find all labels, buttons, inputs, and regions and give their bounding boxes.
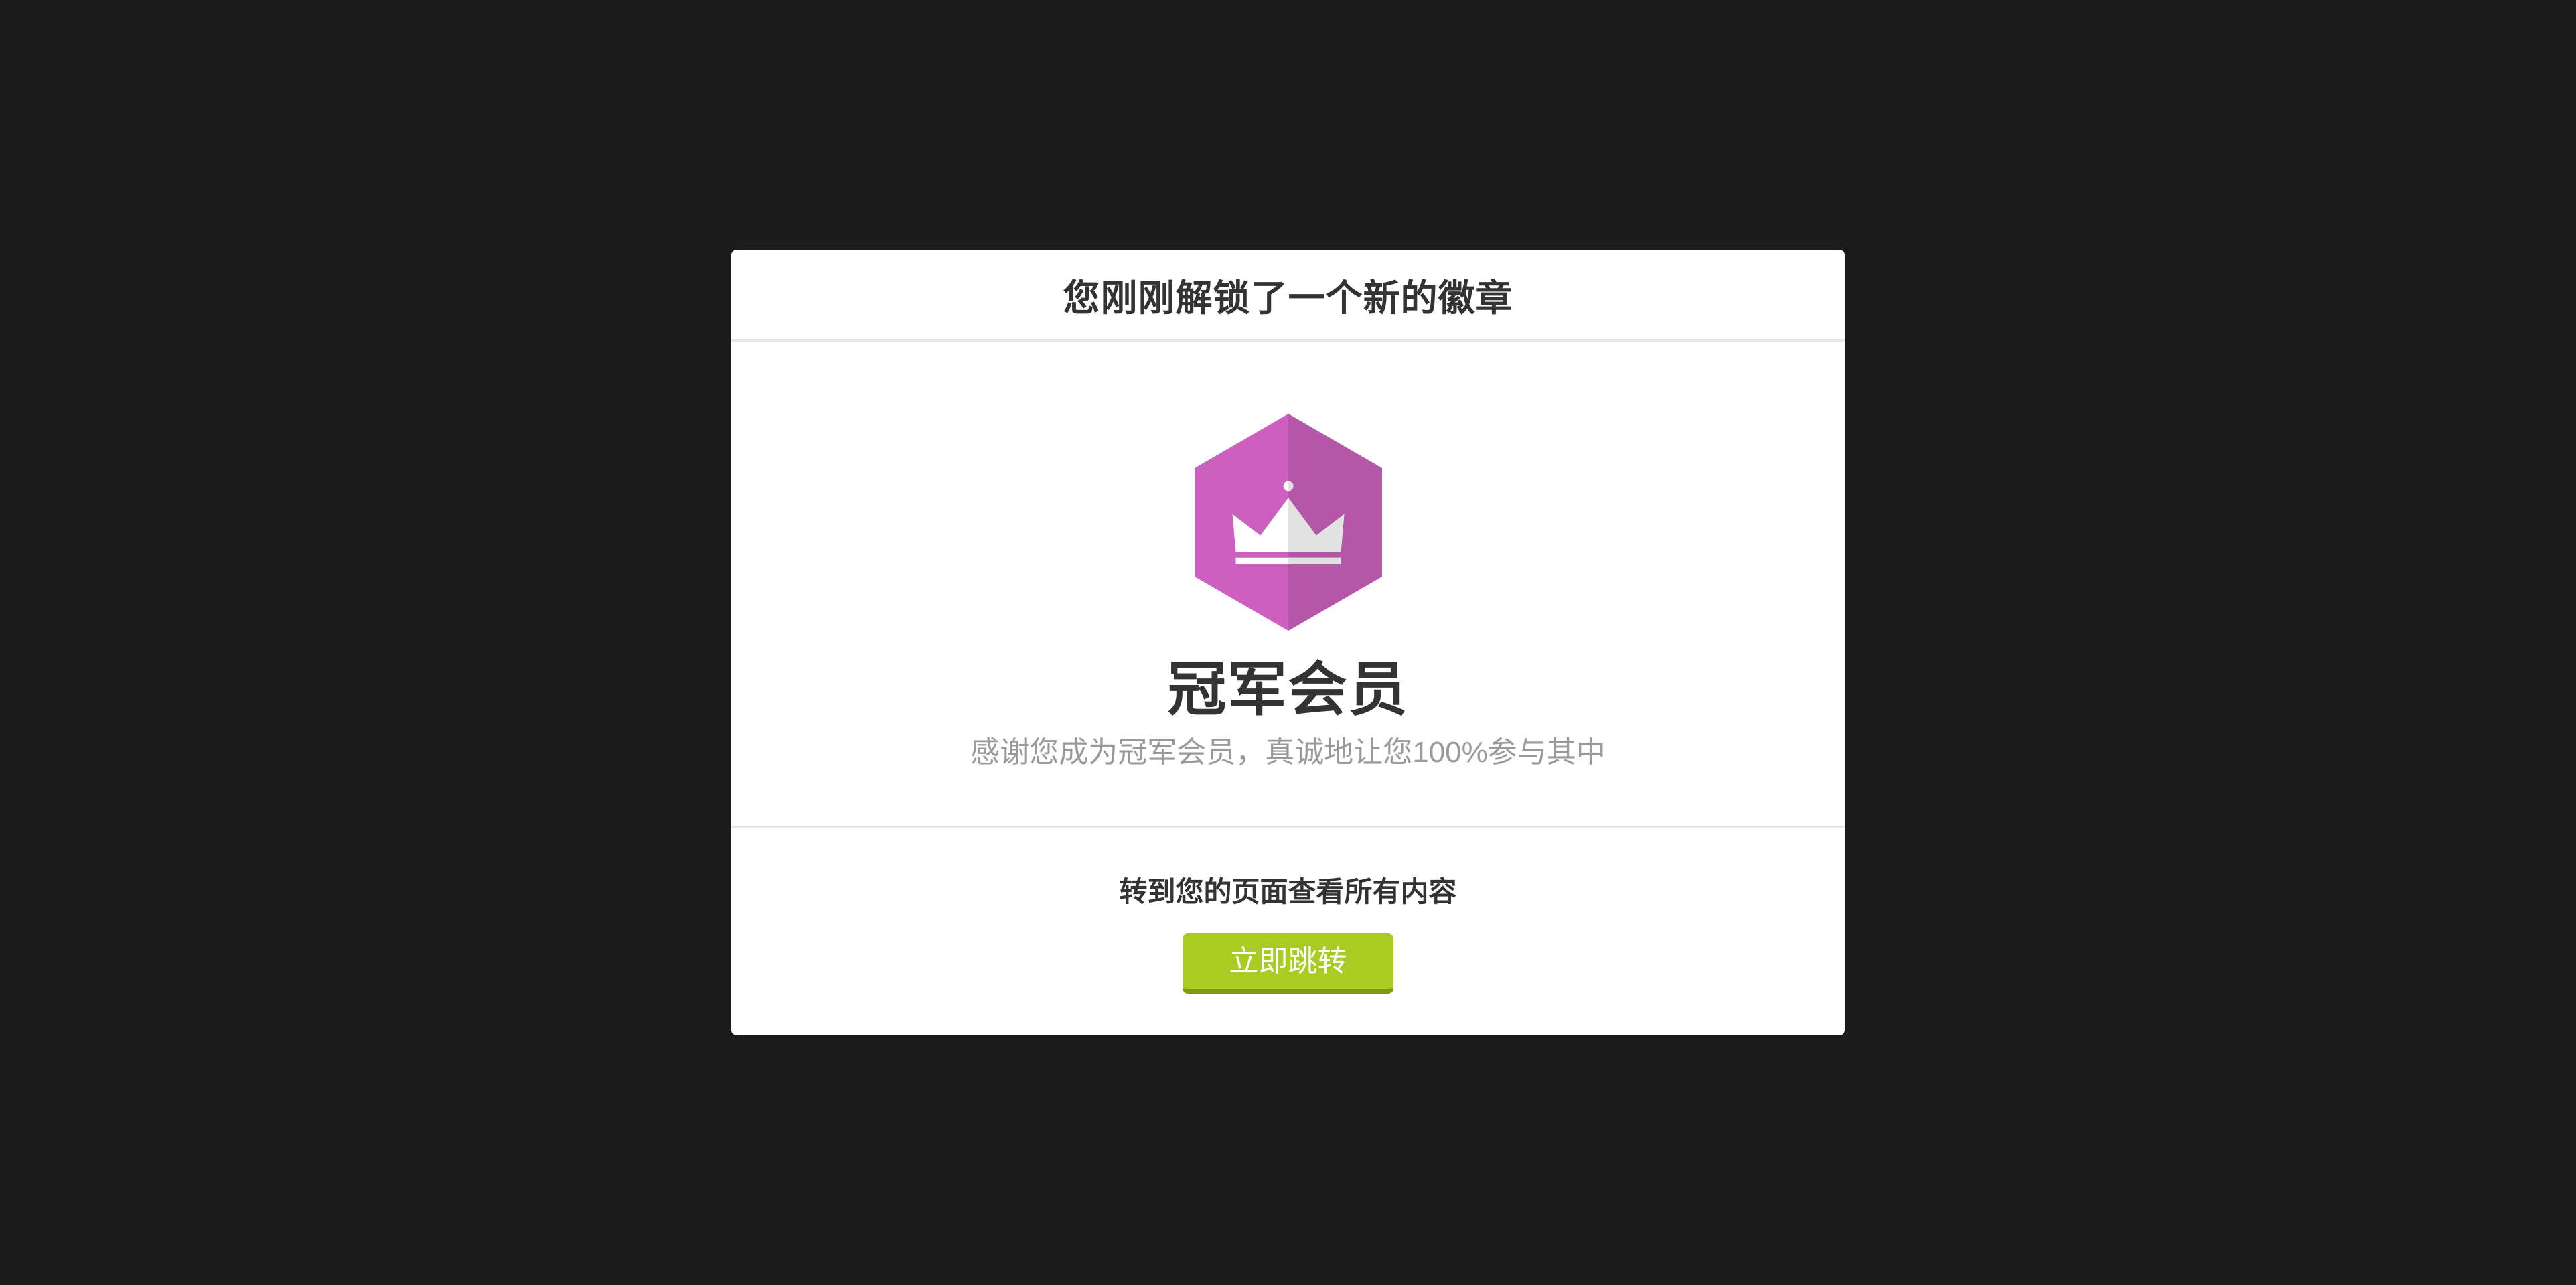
badge-unlocked-dialog: 您刚刚解锁了一个新的徽章 冠军会员 感谢您成为冠军会员，真诚地让您100%参与其… [731, 250, 1845, 1035]
badge-description: 感谢您成为冠军会员，真诚地让您100%参与其中 [970, 736, 1606, 769]
section-divider [731, 826, 1845, 828]
badge-crown-icon [1195, 414, 1382, 631]
footer-prompt: 转到您的页面查看所有内容 [1119, 876, 1457, 907]
dialog-title: 您刚刚解锁了一个新的徽章 [1063, 277, 1513, 319]
hexagon-badge-icon [1195, 414, 1382, 631]
dialog-header: 您刚刚解锁了一个新的徽章 [731, 250, 1845, 342]
go-now-button[interactable]: 立即跳转 [1183, 933, 1393, 994]
badge-name: 冠军会员 [1167, 656, 1409, 723]
